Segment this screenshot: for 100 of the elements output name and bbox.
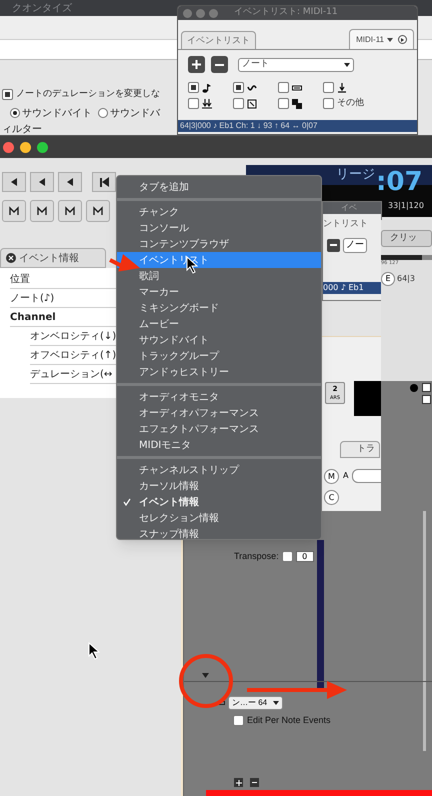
time-readout: :07 (376, 167, 423, 197)
note-icon (202, 82, 212, 92)
channel-button[interactable]: C (324, 490, 339, 505)
transpose-label: Transpose: (234, 550, 279, 563)
transpose-field[interactable]: 0 (296, 551, 314, 562)
menu-item[interactable]: チャンク (117, 204, 321, 220)
remove-button[interactable] (327, 238, 340, 252)
menu-item[interactable]: 歌詞 (117, 268, 321, 284)
menu-item[interactable]: サウンドバイト (117, 332, 321, 348)
panel-tab[interactable]: イベントリスト (181, 31, 256, 49)
checkbox[interactable] (282, 551, 293, 562)
minimize-icon[interactable] (20, 142, 31, 152)
radio-button[interactable] (10, 108, 20, 118)
type-dropdown[interactable]: ノート (238, 58, 354, 72)
checkbox[interactable] (233, 82, 244, 93)
menu-item[interactable]: エフェクトパフォーマンス (117, 421, 321, 437)
checkbox[interactable] (323, 82, 334, 93)
section-label: ィルター (2, 124, 42, 134)
panel-tab[interactable]: イベント情報 (0, 248, 106, 268)
meter (354, 381, 381, 416)
curve-icon (247, 82, 257, 92)
menu-item[interactable]: カーソル情報 (117, 478, 321, 494)
radio-label: サウンドバイト (22, 106, 92, 120)
menu-item[interactable]: MIDIモニタ (117, 437, 321, 453)
radio-button[interactable] (98, 108, 108, 118)
menu-item[interactable]: マーカー (117, 284, 321, 300)
menu-item[interactable]: チャンネルストリップ (117, 462, 321, 478)
play-back-icon[interactable] (30, 172, 54, 192)
menu-item[interactable]: オーディオパフォーマンス (117, 405, 321, 421)
remove-button[interactable] (250, 778, 259, 787)
field-label: ノート(♪) (10, 292, 54, 306)
scroll-bar[interactable] (423, 511, 426, 751)
slider-track[interactable] (381, 255, 432, 260)
checkbox[interactable] (188, 82, 199, 93)
checkbox[interactable] (233, 98, 244, 110)
note-icon (410, 384, 418, 392)
menu-item[interactable]: セレクション情報 (117, 510, 321, 526)
close-icon[interactable] (6, 253, 16, 263)
checkbox[interactable] (2, 89, 13, 100)
midi-tool-icon[interactable] (30, 200, 54, 222)
checkbox[interactable] (188, 98, 199, 110)
region-label: リージ (336, 166, 375, 184)
window-title: イベ (341, 202, 357, 214)
midi-tool-icon[interactable] (2, 200, 26, 222)
clip-button[interactable]: クリッ (381, 230, 432, 247)
option-label: ノートのデュレーションを変更しな (16, 88, 160, 101)
checkbox[interactable] (278, 82, 289, 93)
checkbox-label: Edit Per Note Events (247, 714, 331, 727)
remove-button[interactable] (211, 56, 228, 73)
field-label: オンベロシティ(↓) (30, 330, 116, 344)
menu-item[interactable]: コンソール (117, 220, 321, 236)
play-icon[interactable] (398, 35, 407, 44)
menu-item[interactable]: コンテンツブラウザ (117, 236, 321, 252)
cursor-icon (186, 256, 198, 274)
menu-item[interactable]: アンドゥヒストリー (117, 364, 321, 380)
track-tab[interactable]: トラ (340, 441, 380, 458)
field-label: Channel (10, 310, 56, 324)
window-title: イベントリスト: MIDI-11 (234, 6, 338, 20)
automation-field[interactable] (352, 469, 381, 483)
checkbox[interactable] (323, 98, 334, 110)
panel-tab[interactable]: ントリスト (323, 218, 381, 232)
double-arrow-down-icon (202, 98, 212, 109)
menu-item[interactable]: ミキシングボード (117, 300, 321, 316)
radio-label: サウンドバ (110, 106, 160, 120)
add-button[interactable] (234, 778, 243, 787)
field-label: デュレーション(↔ (30, 368, 112, 382)
menu-item[interactable]: トラックグループ (117, 348, 321, 364)
edit-value: 64|3 (397, 272, 415, 284)
midi-tool-icon[interactable] (58, 200, 82, 222)
controller-dropdown[interactable]: ン…ー 64 (228, 696, 284, 710)
plus-icon (192, 60, 201, 69)
menu-item[interactable]: ムービー (117, 316, 321, 332)
checkbox[interactable] (278, 98, 289, 110)
menu-item[interactable]: スナップ情報 (117, 526, 321, 539)
zoom-icon[interactable] (37, 142, 48, 152)
checkmark-icon (123, 498, 131, 506)
field-label: オフベロシティ(↑) (30, 348, 116, 362)
rectangle-icon (292, 82, 302, 92)
menu-item[interactable]: イベント情報 (117, 494, 321, 510)
field-label: 位置 (10, 272, 30, 286)
filter-label: その他 (337, 97, 364, 110)
arrow-down-icon (337, 82, 347, 92)
collapse-icon[interactable] (202, 673, 209, 678)
menu-item[interactable]: タブを追加 (117, 179, 321, 195)
type-dropdown[interactable]: ノー (343, 238, 367, 253)
square-icon (247, 98, 257, 109)
cursor-icon (88, 642, 100, 660)
squares-icon (292, 98, 302, 109)
annotation-circle (178, 653, 234, 709)
go-to-start-icon[interactable] (92, 172, 116, 192)
plus-icon (236, 780, 242, 786)
mute-button[interactable]: M (324, 469, 339, 484)
add-button[interactable] (188, 56, 205, 73)
midi-tool-icon[interactable] (86, 200, 110, 222)
window-title: クオンタイズ (12, 2, 72, 16)
controller-icon (218, 701, 225, 705)
menu-item[interactable]: オーディオモニタ (117, 389, 321, 405)
status-bar: 64|3|000 ♪ Eb1 Ch: 1 ↓ 93 ↑ 64 ↔ 0|07 (178, 120, 417, 132)
edit-button[interactable]: E (381, 272, 395, 286)
checkbox[interactable] (233, 715, 244, 726)
